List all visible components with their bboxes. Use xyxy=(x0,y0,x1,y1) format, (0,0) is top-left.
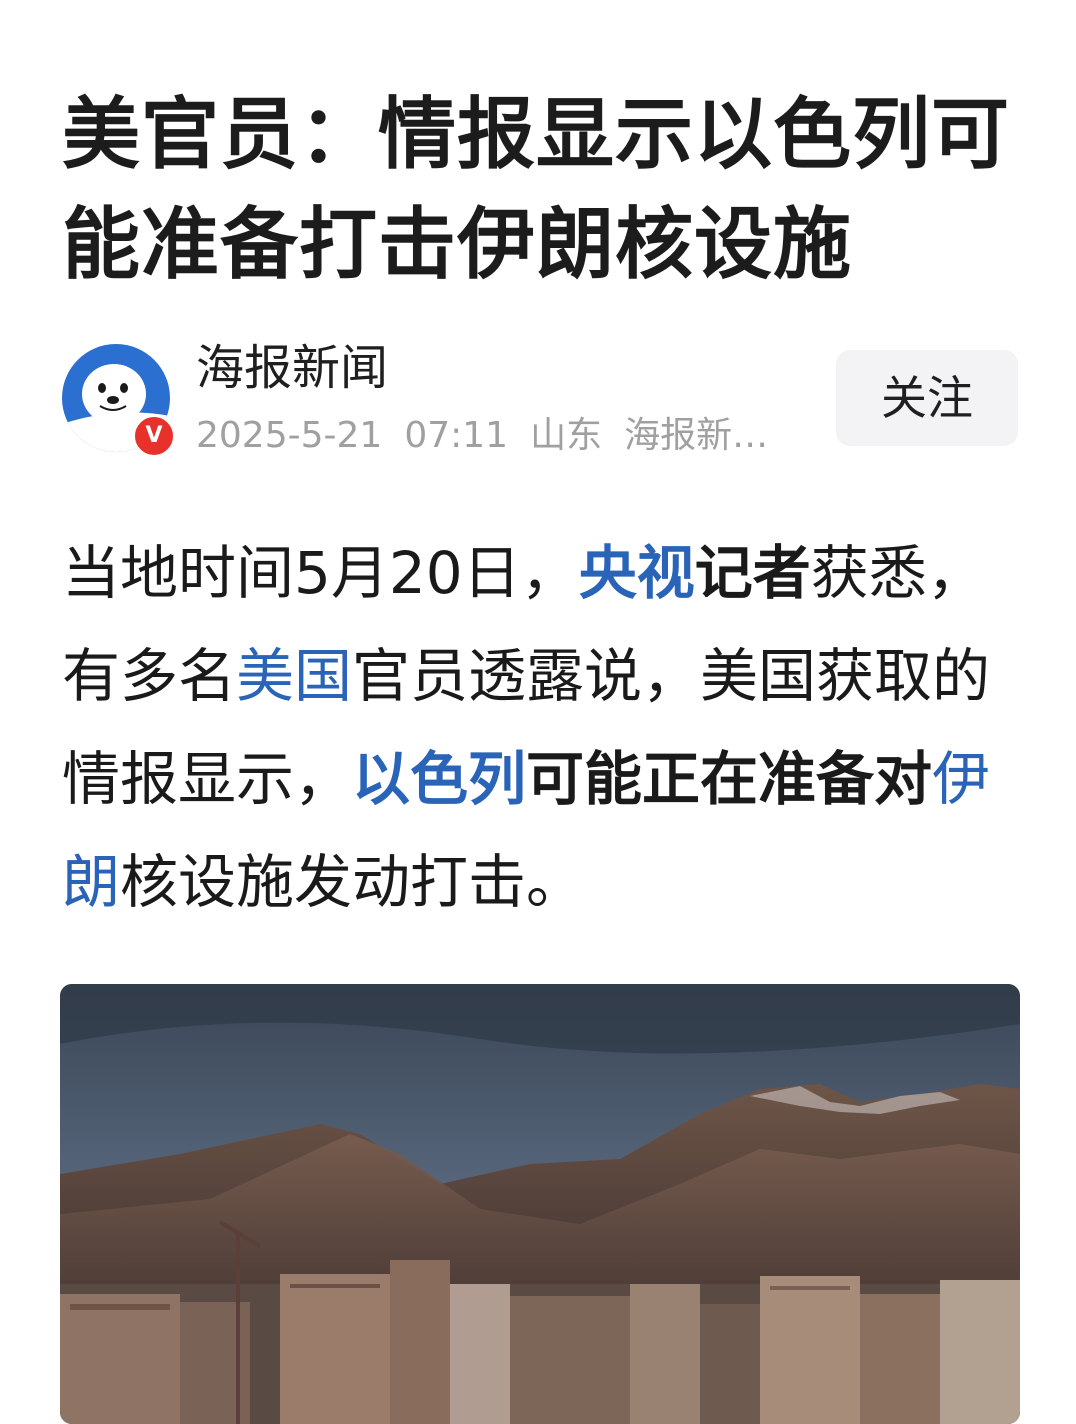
link-cctv[interactable]: 央视 xyxy=(579,539,695,607)
city-skyline-mountains-photo xyxy=(60,984,1020,1424)
post-location: 山东 xyxy=(530,415,603,456)
link-usa[interactable]: 美国 xyxy=(236,642,352,710)
body-text-6: 核设施发动打击。 xyxy=(120,848,585,916)
post-source: 海报新… xyxy=(624,415,769,456)
post-time: 07:11 xyxy=(404,415,509,456)
body-text-5: 可能正在准备对 xyxy=(526,745,933,813)
follow-button[interactable]: 关注 xyxy=(836,350,1018,446)
body-text-1: 当地时间5月20日， xyxy=(62,539,579,607)
author-name[interactable]: 海报新闻 xyxy=(196,338,388,398)
verified-badge: V xyxy=(132,414,176,458)
article-title: 美官员：情报显示以色列可能准备打击伊朗核设施 xyxy=(62,90,1011,290)
link-israel[interactable]: 以色列 xyxy=(352,745,526,813)
article-body: 当地时间5月20日，央视记者获悉，有多名美国官员透露说，美国获取的情报显示，以色… xyxy=(62,522,1022,934)
body-text-2: 记者 xyxy=(694,539,811,607)
post-meta: 2025-5-21 07:11 山东 海报新… xyxy=(196,414,796,458)
post-date: 2025-5-21 xyxy=(196,415,383,456)
article-image[interactable] xyxy=(60,984,1020,1424)
